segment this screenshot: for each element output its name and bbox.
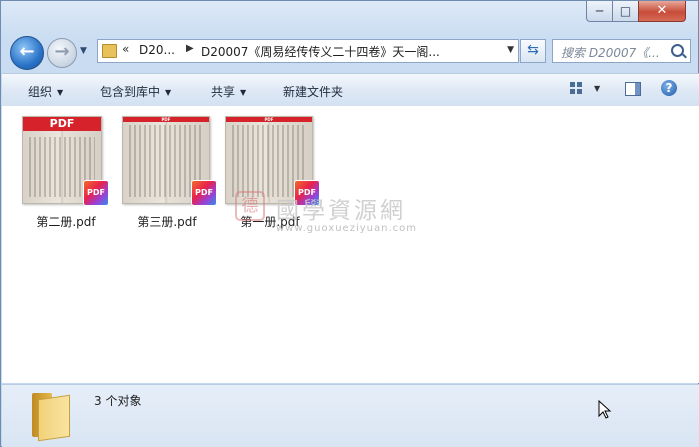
breadcrumb-separator[interactable]: ▶: [186, 43, 194, 54]
maximize-button[interactable]: □: [612, 1, 639, 22]
details-pane: 3 个对象: [2, 384, 699, 447]
watermark-url: www.guoxueziyuan.com: [276, 223, 417, 234]
preview-pane-icon[interactable]: [625, 82, 641, 96]
search-box[interactable]: 搜索 D20007《...: [552, 39, 691, 63]
pdf-badge-icon: PDF: [191, 180, 217, 206]
search-icon: [671, 44, 684, 57]
new-folder-button[interactable]: 新建文件夹: [283, 83, 343, 100]
file-name[interactable]: 第三册.pdf: [119, 213, 215, 230]
pdf-badge-icon: PDF: [83, 180, 109, 206]
include-in-library-menu[interactable]: 包含到库中 ▼: [100, 83, 171, 100]
file-name[interactable]: 第二册.pdf: [18, 213, 114, 230]
arrow-right-icon: →: [54, 41, 70, 62]
view-options-dropdown[interactable]: ▼: [594, 84, 600, 93]
search-placeholder: 搜索 D20007《...: [561, 46, 660, 60]
mouse-cursor-icon: [598, 399, 612, 423]
address-dropdown[interactable]: ▼: [507, 45, 514, 55]
explorer-window: ─ □ ✕ ← → ▼ « D20... ▶ D20007《周易经传传义二十四卷…: [0, 0, 699, 447]
refresh-button[interactable]: ⇆: [520, 39, 546, 63]
chevron-down-icon: ▼: [165, 88, 172, 97]
organize-menu[interactable]: 组织 ▼: [28, 83, 63, 100]
address-bar[interactable]: « D20... ▶ D20007《周易经传传义二十四卷》天一阁... ▼: [97, 39, 519, 63]
watermark-title: 國學資源網: [276, 198, 406, 224]
breadcrumb-current[interactable]: D20007《周易经传传义二十四卷》天一阁...: [201, 43, 440, 60]
chevron-down-icon: ▼: [240, 88, 247, 97]
chevron-down-icon: ▼: [57, 88, 64, 97]
folder-icon: [32, 393, 70, 442]
refresh-icon: ⇆: [527, 42, 539, 58]
forward-button[interactable]: →: [47, 38, 77, 68]
minimize-button[interactable]: ─: [586, 1, 613, 22]
share-menu[interactable]: 共享 ▼: [211, 83, 246, 100]
recent-pages-dropdown[interactable]: ▼: [80, 46, 92, 56]
change-view-icon[interactable]: [570, 82, 583, 95]
folder-icon: [102, 44, 117, 58]
help-icon[interactable]: ?: [661, 80, 677, 96]
back-button[interactable]: ←: [10, 36, 44, 70]
watermark-seal: 德: [235, 191, 265, 221]
arrow-left-icon: ←: [19, 41, 35, 62]
close-button[interactable]: ✕: [638, 1, 686, 22]
file-list[interactable]: PDF PDF 第二册.pdf PDF PDF 第三册.pdf PDF PDF …: [2, 106, 699, 383]
breadcrumb-parent[interactable]: D20...: [139, 43, 175, 57]
hidden-crumbs-chevron[interactable]: «: [122, 42, 129, 56]
command-bar: 组织 ▼ 包含到库中 ▼ 共享 ▼ 新建文件夹 ▼ ?: [2, 73, 699, 107]
item-count: 3 个对象: [94, 394, 142, 408]
